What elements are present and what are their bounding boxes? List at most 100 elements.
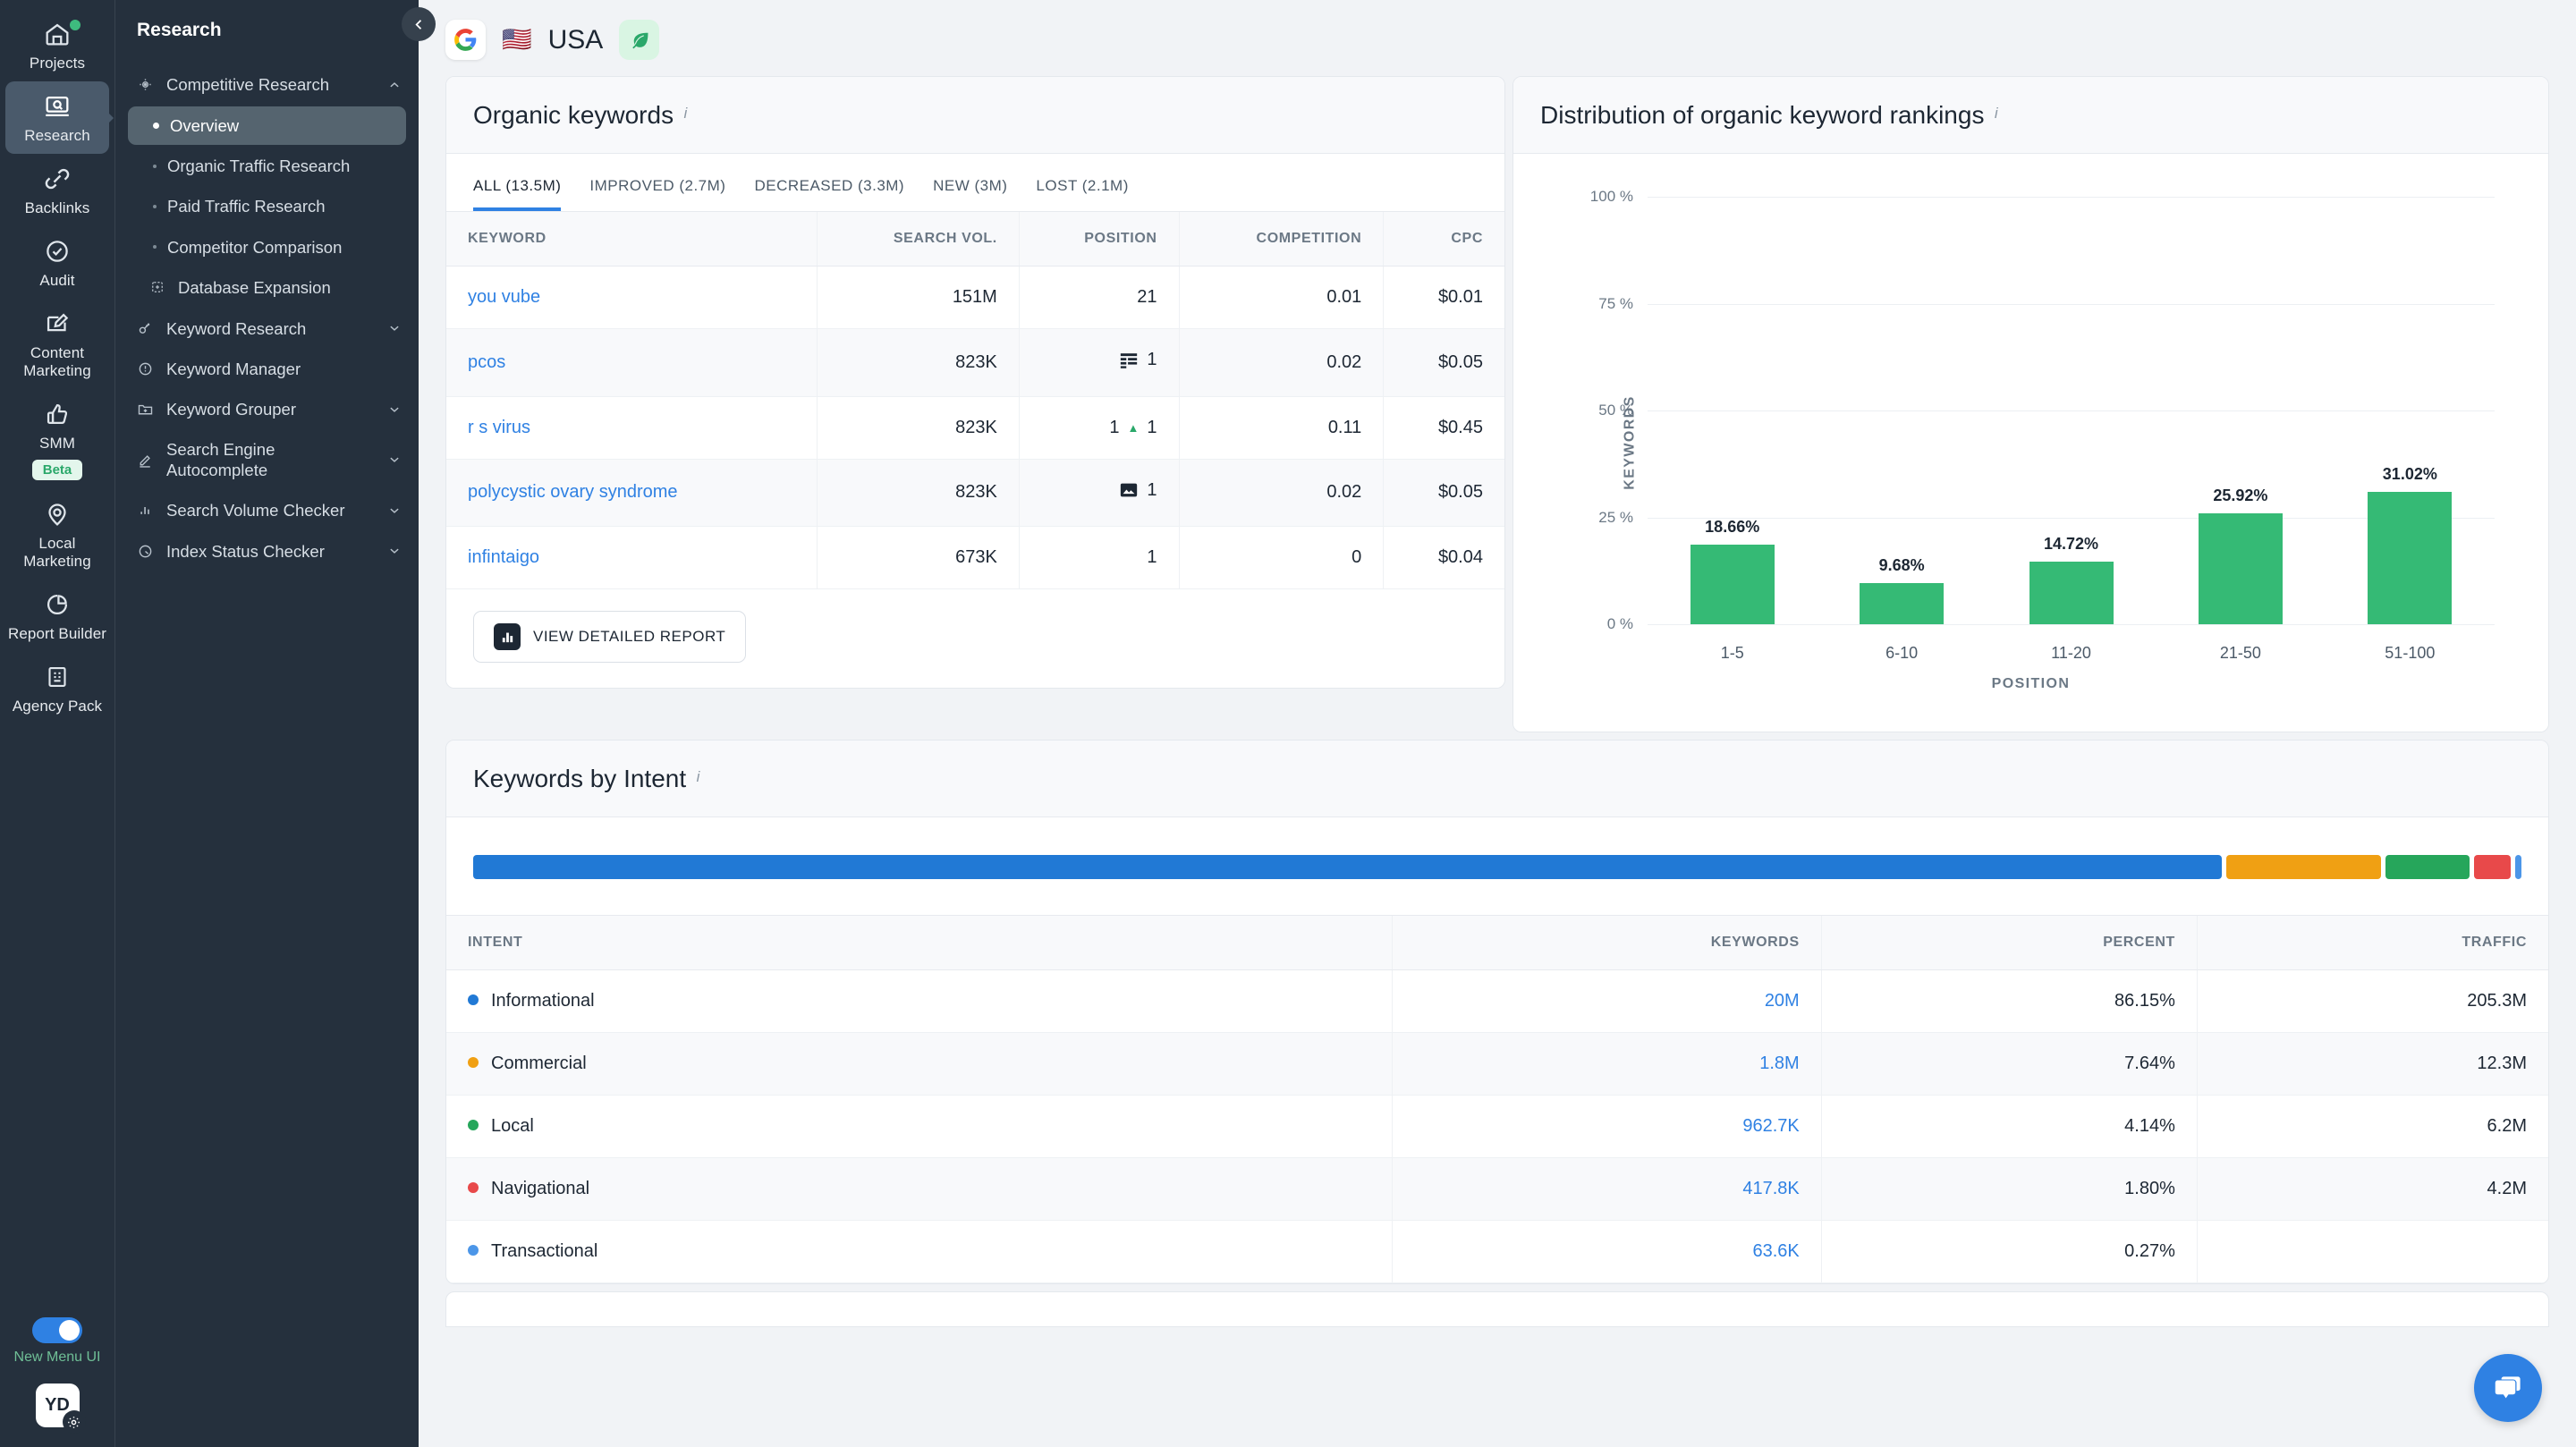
intent-label: Local: [491, 1116, 534, 1136]
intent-segment-navigational[interactable]: [2474, 855, 2511, 879]
google-icon[interactable]: [445, 20, 486, 60]
table-row: polycystic ovary syndrome 823K 1 0.02 $0: [446, 459, 1504, 527]
keyword-link[interactable]: r s virus: [468, 418, 530, 437]
y-tick-label: 0 %: [1606, 615, 1633, 632]
link-icon: [45, 168, 70, 190]
table-row: pcos 823K 1 0.02 $0.05: [446, 328, 1504, 397]
intent-keywords-link[interactable]: 20M: [1765, 991, 1800, 1011]
intent-keywords-link[interactable]: 1.8M: [1759, 1054, 1799, 1073]
country-flag-icon: 🇺🇸: [502, 26, 532, 53]
col-percent[interactable]: PERCENT: [1820, 915, 2198, 970]
tab-decreased[interactable]: DECREASED (3.3M): [754, 177, 904, 211]
notification-dot: [70, 20, 80, 30]
col-keyword[interactable]: KEYWORD: [446, 211, 818, 267]
intent-color-dot: [468, 1245, 479, 1256]
intent-traffic: 205.3M: [2196, 969, 2548, 1033]
cell-cpc: $0.45: [1383, 396, 1504, 460]
intent-segment-commercial[interactable]: [2225, 855, 2382, 879]
intent-percent: 4.14%: [1820, 1095, 2198, 1158]
sidebar-item-overview[interactable]: Overview: [128, 106, 406, 146]
rail-item-backlinks[interactable]: Backlinks: [5, 154, 109, 226]
sidebar-group-keyword-grouper[interactable]: Keyword Grouper: [115, 389, 419, 429]
col-intent[interactable]: INTENT: [446, 915, 1393, 970]
bullet-icon: [153, 164, 157, 168]
sidebar-collapse-button[interactable]: [402, 7, 436, 41]
sidebar-item-label: Database Expansion: [178, 277, 331, 297]
rail-item-projects[interactable]: Projects: [5, 9, 109, 81]
rail-item-report-builder[interactable]: Report Builder: [5, 580, 109, 652]
intent-segment-transactional[interactable]: [2515, 855, 2521, 879]
rail-item-agency-pack[interactable]: Agency Pack: [5, 652, 109, 724]
chat-widget-button[interactable]: [2474, 1354, 2542, 1422]
rail-item-research[interactable]: Research: [5, 81, 109, 155]
chart-bar[interactable]: [2029, 561, 2114, 624]
chart-bar-group[interactable]: 18.66% 1-5: [1648, 197, 1817, 662]
sidebar-group-competitive-research[interactable]: Competitive Research: [115, 64, 419, 105]
sidebar-item-organic-traffic-research[interactable]: Organic Traffic Research: [128, 147, 406, 185]
chart-bar[interactable]: [2198, 513, 2283, 624]
sidebar-group-index-status-checker[interactable]: Index Status Checker: [115, 531, 419, 571]
view-detailed-report-button[interactable]: VIEW DETAILED REPORT: [473, 611, 747, 663]
chevron-up-icon: [390, 81, 399, 87]
cell-cpc: $0.05: [1383, 328, 1504, 397]
chart-bar[interactable]: [1690, 544, 1775, 624]
sidebar-group-search-volume-checker[interactable]: Search Volume Checker: [115, 490, 419, 530]
keyword-link[interactable]: pcos: [468, 352, 505, 372]
sidebar-item-database-expansion[interactable]: Database Expansion: [128, 268, 406, 307]
chart-bar-group[interactable]: 9.68% 6-10: [1817, 197, 1986, 662]
x-tick-label: 1-5: [1720, 644, 1744, 662]
keyword-link[interactable]: you vube: [468, 287, 540, 307]
rail-item-audit[interactable]: Audit: [5, 226, 109, 299]
info-icon[interactable]: i: [697, 768, 700, 785]
intent-percent: 86.15%: [1820, 969, 2198, 1033]
intent-segment-informational[interactable]: [473, 855, 2222, 879]
col-position[interactable]: POSITION: [1018, 211, 1180, 267]
key-icon: [135, 319, 155, 338]
cell-position: 1: [1147, 350, 1157, 369]
keyword-link[interactable]: polycystic ovary syndrome: [468, 482, 678, 502]
col-keywords[interactable]: KEYWORDS: [1392, 915, 1822, 970]
sidebar-item-paid-traffic-research[interactable]: Paid Traffic Research: [128, 187, 406, 225]
col-cpc[interactable]: CPC: [1383, 211, 1504, 267]
chart-bar[interactable]: [1860, 582, 1945, 624]
chart-bar-group[interactable]: 31.02% 51-100: [2326, 197, 2495, 662]
intent-keywords-link[interactable]: 63.6K: [1752, 1241, 1799, 1261]
sidebar-item-label: Organic Traffic Research: [167, 157, 351, 176]
tab-new[interactable]: NEW (3M): [933, 177, 1007, 211]
intent-traffic: 12.3M: [2196, 1032, 2548, 1096]
keyword-link[interactable]: infintaigo: [468, 547, 539, 567]
intent-keywords-link[interactable]: 417.8K: [1742, 1179, 1799, 1198]
intent-segment-local[interactable]: [2385, 855, 2470, 879]
x-tick-label: 21-50: [2219, 644, 2261, 662]
col-traffic[interactable]: TRAFFIC: [2196, 915, 2548, 970]
col-competition[interactable]: COMPETITION: [1178, 211, 1384, 267]
rail-label: Research: [24, 127, 90, 145]
location-icon: [48, 503, 66, 527]
info-icon[interactable]: i: [1995, 105, 1998, 122]
col-search-vol[interactable]: SEARCH VOL.: [816, 211, 1020, 267]
intent-keywords-link[interactable]: 962.7K: [1742, 1116, 1799, 1136]
rail-item-local-marketing[interactable]: Local Marketing: [5, 489, 109, 580]
keywords-by-intent-header: Keywords by Intent i: [446, 740, 2548, 817]
chart-bar-group[interactable]: 14.72% 11-20: [1987, 197, 2156, 662]
leaf-icon[interactable]: [619, 20, 660, 60]
tab-lost[interactable]: LOST (2.1M): [1036, 177, 1128, 211]
gear-badge[interactable]: [62, 1410, 86, 1434]
cell-cpc: $0.04: [1383, 526, 1504, 589]
intent-traffic: 4.2M: [2196, 1157, 2548, 1221]
sidebar-item-competitor-comparison[interactable]: Competitor Comparison: [128, 228, 406, 267]
tab-all[interactable]: ALL (13.5M): [473, 177, 562, 211]
bar-value-label: 25.92%: [2213, 487, 2268, 505]
cell-position: 21: [1137, 287, 1157, 307]
chart-bar-group[interactable]: 25.92% 21-50: [2156, 197, 2325, 662]
chart-bar[interactable]: [2368, 491, 2453, 624]
sidebar-group-keyword-manager[interactable]: Keyword Manager: [115, 349, 419, 389]
rail-item-content-marketing[interactable]: Content Marketing: [5, 299, 109, 389]
info-icon[interactable]: i: [684, 105, 688, 122]
new-menu-ui-toggle[interactable]: [32, 1317, 82, 1343]
chevron-down-icon: [390, 407, 399, 412]
tab-improved[interactable]: IMPROVED (2.7M): [589, 177, 725, 211]
sidebar-group-keyword-research[interactable]: Keyword Research: [115, 309, 419, 349]
rail-item-smm[interactable]: SMM Beta: [5, 389, 109, 489]
sidebar-group-search-engine-autocomplete[interactable]: Search Engine Autocomplete: [115, 429, 419, 490]
